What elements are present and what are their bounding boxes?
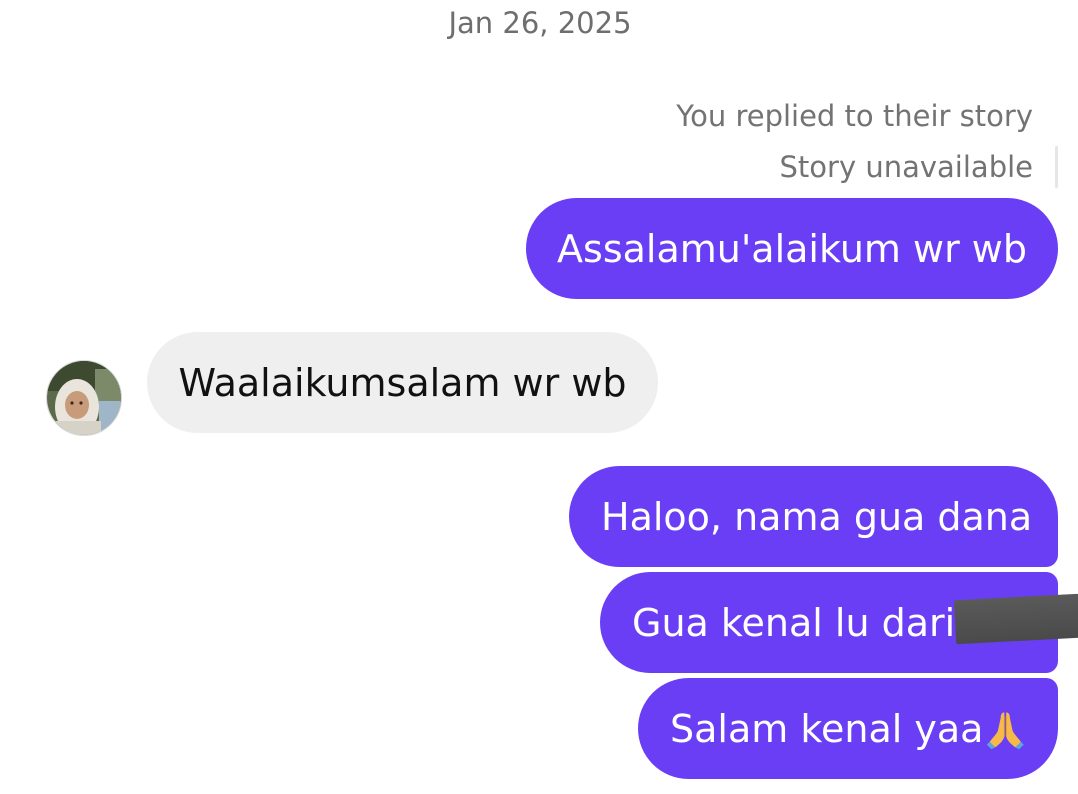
message-text: Haloo, nama gua dana [601, 494, 1033, 539]
incoming-message-bubble[interactable]: Waalaikumsalam wr wb [147, 332, 658, 433]
redaction-mark [953, 593, 1078, 645]
chat-thread: Jan 26, 2025 You replied to their story … [0, 0, 1078, 794]
date-separator: Jan 26, 2025 [448, 6, 632, 40]
story-unavailable-label[interactable]: Story unavailable [780, 150, 1033, 184]
avatar-photo [47, 361, 121, 435]
message-text: Waalaikumsalam wr wb [178, 360, 627, 405]
message-text: Gua kenal lu dari [632, 600, 956, 645]
story-reply-label: You replied to their story [676, 99, 1033, 133]
message-text: Assalamu'alaikum wr wb [557, 226, 1027, 271]
message-text: Salam kenal yaa [670, 706, 984, 751]
story-reference-bar [1055, 146, 1058, 188]
contact-avatar[interactable] [46, 360, 122, 436]
outgoing-message-bubble[interactable]: Haloo, nama gua dana [569, 466, 1058, 567]
outgoing-message-bubble[interactable]: Salam kenal yaa [638, 678, 1058, 779]
folded-hands-icon [987, 711, 1025, 749]
outgoing-message-bubble[interactable]: Assalamu'alaikum wr wb [526, 198, 1058, 299]
